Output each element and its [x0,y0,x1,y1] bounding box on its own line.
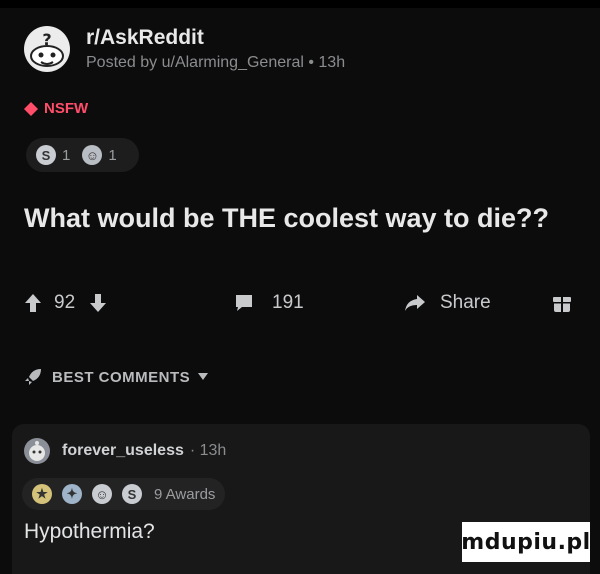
subreddit-avatar[interactable]: ? [24,26,70,72]
posted-by[interactable]: Posted by u/Alarming_General • 13h [86,54,345,72]
comment-awards[interactable]: ★ ✦ ☺ S 9 Awards [22,478,226,510]
snoo-avatar-icon [29,441,45,461]
nsfw-diamond-icon [24,101,38,116]
chevron-down-icon [198,373,209,380]
post-title[interactable]: What would be THE coolest way to die?? [24,203,549,234]
comments-button[interactable]: 191 [234,288,304,318]
vote-control: 92 [24,288,107,318]
askreddit-logo-icon: ? [25,27,69,71]
share-label: Share [440,292,491,313]
gift-icon [553,297,571,312]
award-count: 1 [62,146,71,164]
post-actions: 92 191 Share [24,288,576,318]
svg-text:?: ? [42,30,51,49]
silver-award-icon: S [36,145,56,165]
upvote-count: 92 [54,292,76,313]
awards-count-label: 9 Awards [154,485,216,503]
nsfw-label: NSFW [44,100,89,117]
wholesome-award-icon: ☺ [82,145,103,165]
comment-time: · 13h [189,442,227,459]
watermark-logo: mdupiu.pl [461,522,590,562]
sort-label: BEST COMMENTS [52,368,191,386]
gold-award-icon: ★ [32,484,52,504]
comment-body: Hypothermia? [24,520,155,543]
helpful-award-icon: ✦ [62,484,82,504]
comment-count: 191 [272,292,304,313]
nsfw-tag: NSFW [24,100,88,117]
comment-bubble-icon [236,295,252,311]
comment-author[interactable]: forever_useless [62,442,184,460]
comment-sort[interactable]: BEST COMMENTS [24,368,218,386]
share-arrow-icon [405,295,425,311]
award-button[interactable] [552,288,572,318]
wholesome-award-icon: ☺ [92,484,112,504]
upvote-arrow-icon[interactable] [24,293,42,313]
post-header: ? r/AskReddit Posted by u/Alarming_Gener… [24,26,345,72]
award-count: 1 [108,146,117,164]
subreddit-name[interactable]: r/AskReddit [86,26,345,50]
commenter-avatar[interactable] [24,438,50,464]
comment-header: forever_useless · 13h [24,438,226,464]
post-awards[interactable]: S 1 ☺ 1 [26,138,139,172]
downvote-arrow-icon[interactable] [89,293,107,313]
share-button[interactable]: Share [404,288,491,318]
silver-award-icon: S [122,484,142,504]
rocket-icon [25,369,41,385]
top-bar [0,0,600,8]
